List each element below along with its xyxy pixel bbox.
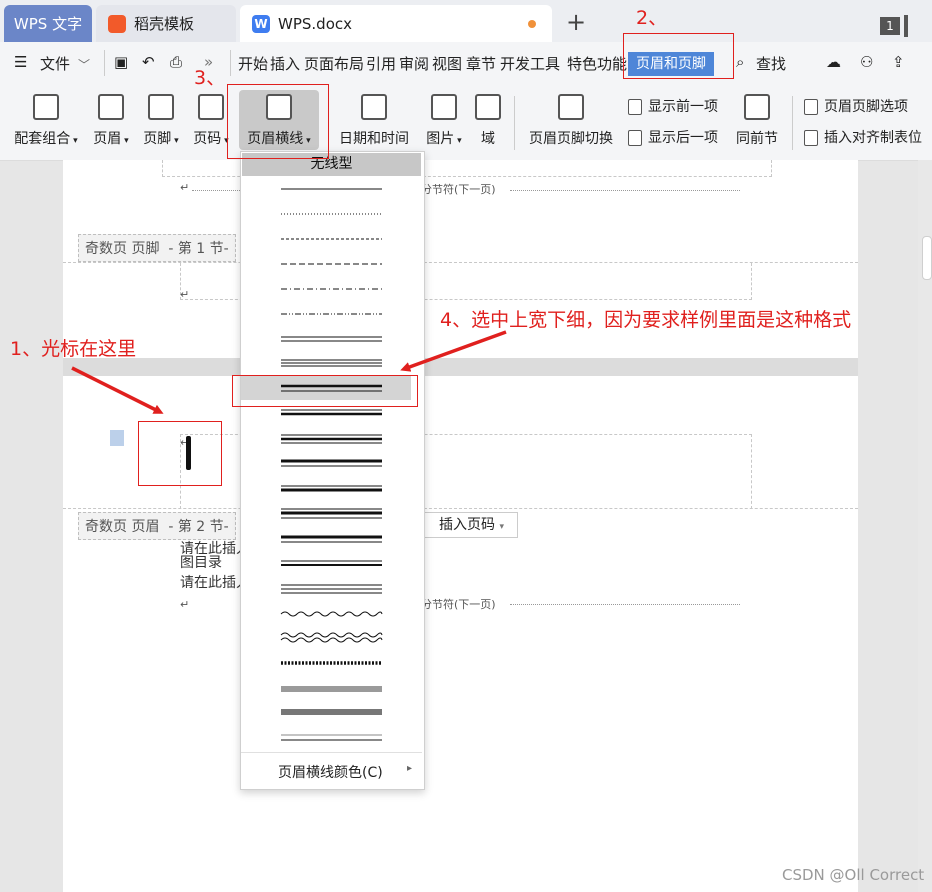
arrow-step4 — [400, 330, 507, 372]
annotation-arrows — [71, 330, 507, 414]
arrow-step1 — [71, 366, 164, 414]
watermark: CSDN @Oll Correct — [782, 866, 925, 884]
